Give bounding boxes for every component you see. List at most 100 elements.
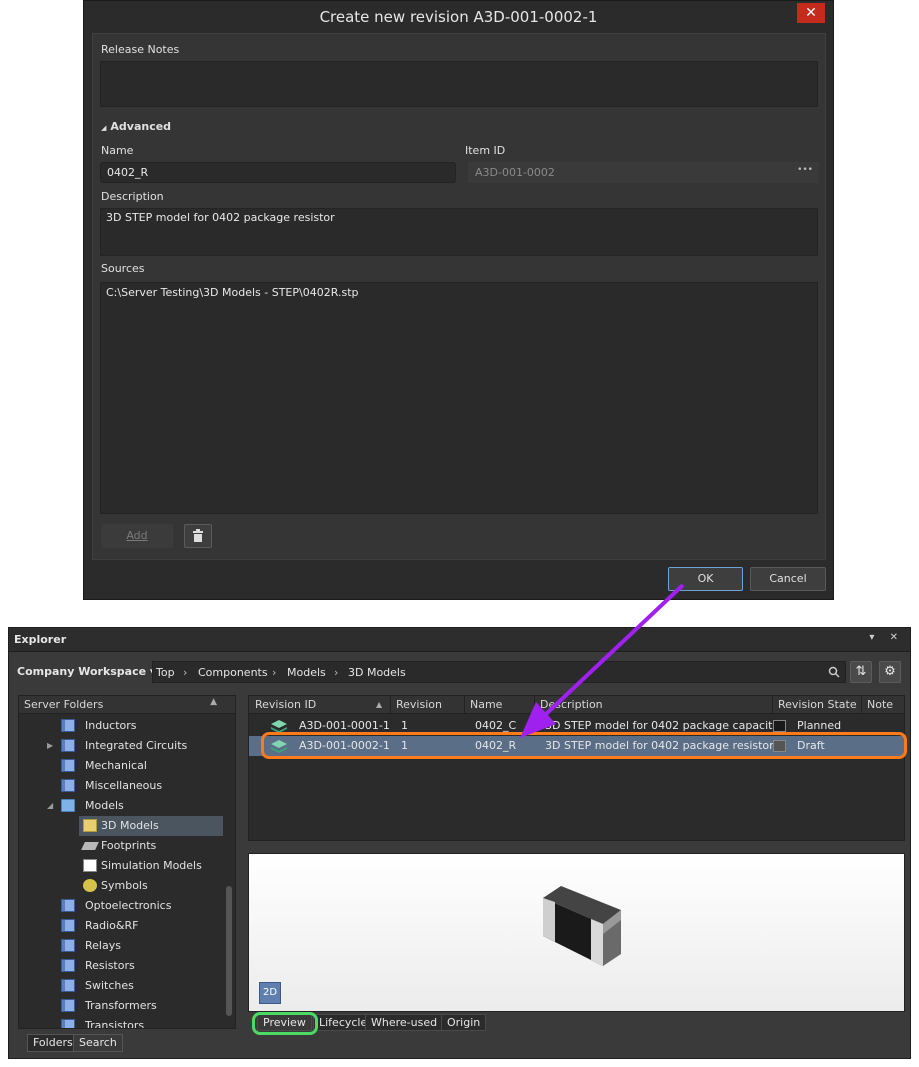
breadcrumb-sep-icon: › bbox=[334, 666, 339, 679]
browse-icon[interactable]: ••• bbox=[797, 165, 813, 175]
refresh-icon[interactable]: ⇅ bbox=[850, 661, 872, 683]
tab-folders[interactable]: Folders bbox=[27, 1034, 79, 1052]
tree-item-label: Resistors bbox=[85, 959, 135, 972]
column-divider bbox=[390, 696, 391, 714]
preview-tab-highlight-annotation bbox=[252, 1012, 318, 1035]
breadcrumb-sep-icon: › bbox=[183, 666, 188, 679]
tab-search[interactable]: Search bbox=[73, 1034, 123, 1052]
release-notes-field[interactable] bbox=[100, 61, 818, 107]
tree-item[interactable]: Symbols bbox=[79, 876, 223, 896]
model-preview[interactable]: 2D bbox=[248, 853, 905, 1012]
tree-header[interactable]: Server Folders ▲ bbox=[19, 696, 235, 714]
grid-header: Revision ID ▲ Revision Name Description … bbox=[249, 696, 904, 714]
tree-item-label: Simulation Models bbox=[101, 859, 202, 872]
panel-controls[interactable]: ▾ ✕ bbox=[869, 632, 904, 643]
col-revision-state[interactable]: Revision State bbox=[778, 698, 857, 711]
workspace-selector[interactable]: Company Workspace ▾ bbox=[17, 665, 155, 678]
binder-icon bbox=[61, 1019, 75, 1028]
explorer-title: Explorer bbox=[14, 633, 67, 646]
symbol-icon bbox=[83, 879, 97, 892]
col-note[interactable]: Note bbox=[867, 698, 893, 711]
tree-item[interactable]: Simulation Models bbox=[79, 856, 223, 876]
sort-icon: ▲ bbox=[210, 697, 217, 707]
tree-item[interactable]: Mechanical bbox=[19, 756, 223, 776]
tree-item[interactable]: ▶ Integrated Circuits bbox=[19, 736, 223, 756]
breadcrumb-components[interactable]: Components bbox=[198, 666, 268, 679]
breadcrumb-sep-icon: › bbox=[272, 666, 277, 679]
tree-item[interactable]: Miscellaneous bbox=[19, 776, 223, 796]
open-folder-icon bbox=[83, 819, 97, 832]
col-name[interactable]: Name bbox=[470, 698, 502, 711]
tree-item[interactable]: Optoelectronics bbox=[19, 896, 223, 916]
expander-icon[interactable]: ▶ bbox=[47, 736, 53, 756]
explorer-header: Explorer ▾ ✕ bbox=[9, 628, 910, 652]
dialog-body: Release Notes ◢ Advanced Name 0402_R Item… bbox=[92, 33, 826, 560]
search-icon[interactable] bbox=[828, 666, 840, 678]
binder-icon bbox=[61, 939, 75, 952]
tree-item[interactable]: Relays bbox=[19, 936, 223, 956]
tree-item-label: Relays bbox=[85, 939, 121, 952]
col-revision[interactable]: Revision bbox=[396, 698, 442, 711]
tab-origin[interactable]: Origin bbox=[441, 1014, 487, 1031]
state-color-swatch bbox=[773, 720, 786, 732]
tree-item[interactable]: Switches bbox=[19, 976, 223, 996]
sources-label: Sources bbox=[101, 262, 145, 275]
breadcrumb-models[interactable]: Models bbox=[287, 666, 326, 679]
simulation-icon bbox=[83, 859, 97, 872]
column-divider bbox=[534, 696, 535, 714]
tree-item[interactable]: Resistors bbox=[19, 956, 223, 976]
row-highlight-annotation bbox=[261, 732, 907, 759]
breadcrumb-top[interactable]: Top bbox=[156, 666, 175, 679]
footprint-icon bbox=[81, 842, 99, 850]
binder-icon bbox=[61, 899, 75, 912]
source-item[interactable]: C:\Server Testing\3D Models - STEP\0402R… bbox=[106, 286, 812, 299]
tab-where-used[interactable]: Where-used bbox=[365, 1014, 444, 1031]
tree-scroll-thumb[interactable] bbox=[226, 886, 232, 1016]
column-divider bbox=[772, 696, 773, 714]
tree-item-label: Transformers bbox=[85, 999, 157, 1012]
tree-item[interactable]: 3D Models bbox=[79, 816, 223, 836]
tree-item-label: Radio&RF bbox=[85, 919, 139, 932]
tree-item-label: 3D Models bbox=[101, 819, 159, 832]
tree-item[interactable]: Footprints bbox=[79, 836, 223, 856]
col-description[interactable]: Description bbox=[540, 698, 603, 711]
tree-item[interactable]: Transformers bbox=[19, 996, 223, 1016]
folder-icon bbox=[61, 799, 75, 812]
tree-item[interactable]: ◢ Models bbox=[19, 796, 223, 816]
binder-icon bbox=[61, 999, 75, 1012]
cancel-button[interactable]: Cancel bbox=[750, 567, 826, 591]
sources-list[interactable]: C:\Server Testing\3D Models - STEP\0402R… bbox=[100, 282, 818, 514]
tree-item[interactable]: Transistors bbox=[19, 1016, 223, 1029]
release-notes-label: Release Notes bbox=[101, 43, 180, 56]
3d-model-icon bbox=[271, 719, 287, 733]
tree-item-label: Symbols bbox=[101, 879, 148, 892]
name-field[interactable]: 0402_R bbox=[100, 162, 456, 183]
binder-icon bbox=[61, 779, 75, 792]
server-folders-tree: Server Folders ▲ Inductors ▶ Integrated Ci… bbox=[18, 695, 236, 1029]
tree-item-label: Inductors bbox=[85, 719, 137, 732]
tree-item-label: Footprints bbox=[101, 839, 157, 852]
tree-item-label: Transistors bbox=[85, 1019, 145, 1029]
2d-view-button[interactable]: 2D bbox=[259, 982, 281, 1004]
binder-icon bbox=[61, 979, 75, 992]
gear-icon[interactable]: ⚙ bbox=[879, 661, 901, 683]
item-id-label: Item ID bbox=[465, 144, 506, 157]
expander-icon[interactable]: ◢ bbox=[47, 796, 53, 816]
item-id-field: A3D-001-0002 ••• bbox=[468, 162, 819, 183]
add-button[interactable]: Add bbox=[101, 524, 173, 548]
col-revision-id[interactable]: Revision ID bbox=[255, 698, 316, 711]
tree-item[interactable]: Inductors bbox=[19, 716, 223, 736]
item-id-value: A3D-001-0002 bbox=[475, 166, 555, 179]
binder-icon bbox=[61, 739, 75, 752]
binder-icon bbox=[61, 719, 75, 732]
ok-button[interactable]: OK bbox=[668, 567, 743, 591]
tree-item-label: Optoelectronics bbox=[85, 899, 172, 912]
delete-button[interactable] bbox=[184, 524, 212, 548]
dialog-title: Create new revision A3D-001-0002-1 bbox=[84, 1, 833, 33]
description-field[interactable]: 3D STEP model for 0402 package resistor bbox=[100, 208, 818, 256]
advanced-section-toggle[interactable]: ◢ Advanced bbox=[101, 120, 171, 133]
tree-item[interactable]: Radio&RF bbox=[19, 916, 223, 936]
name-label: Name bbox=[101, 144, 134, 157]
breadcrumb-3d-models[interactable]: 3D Models bbox=[348, 666, 406, 679]
close-icon[interactable]: ✕ bbox=[797, 3, 825, 23]
